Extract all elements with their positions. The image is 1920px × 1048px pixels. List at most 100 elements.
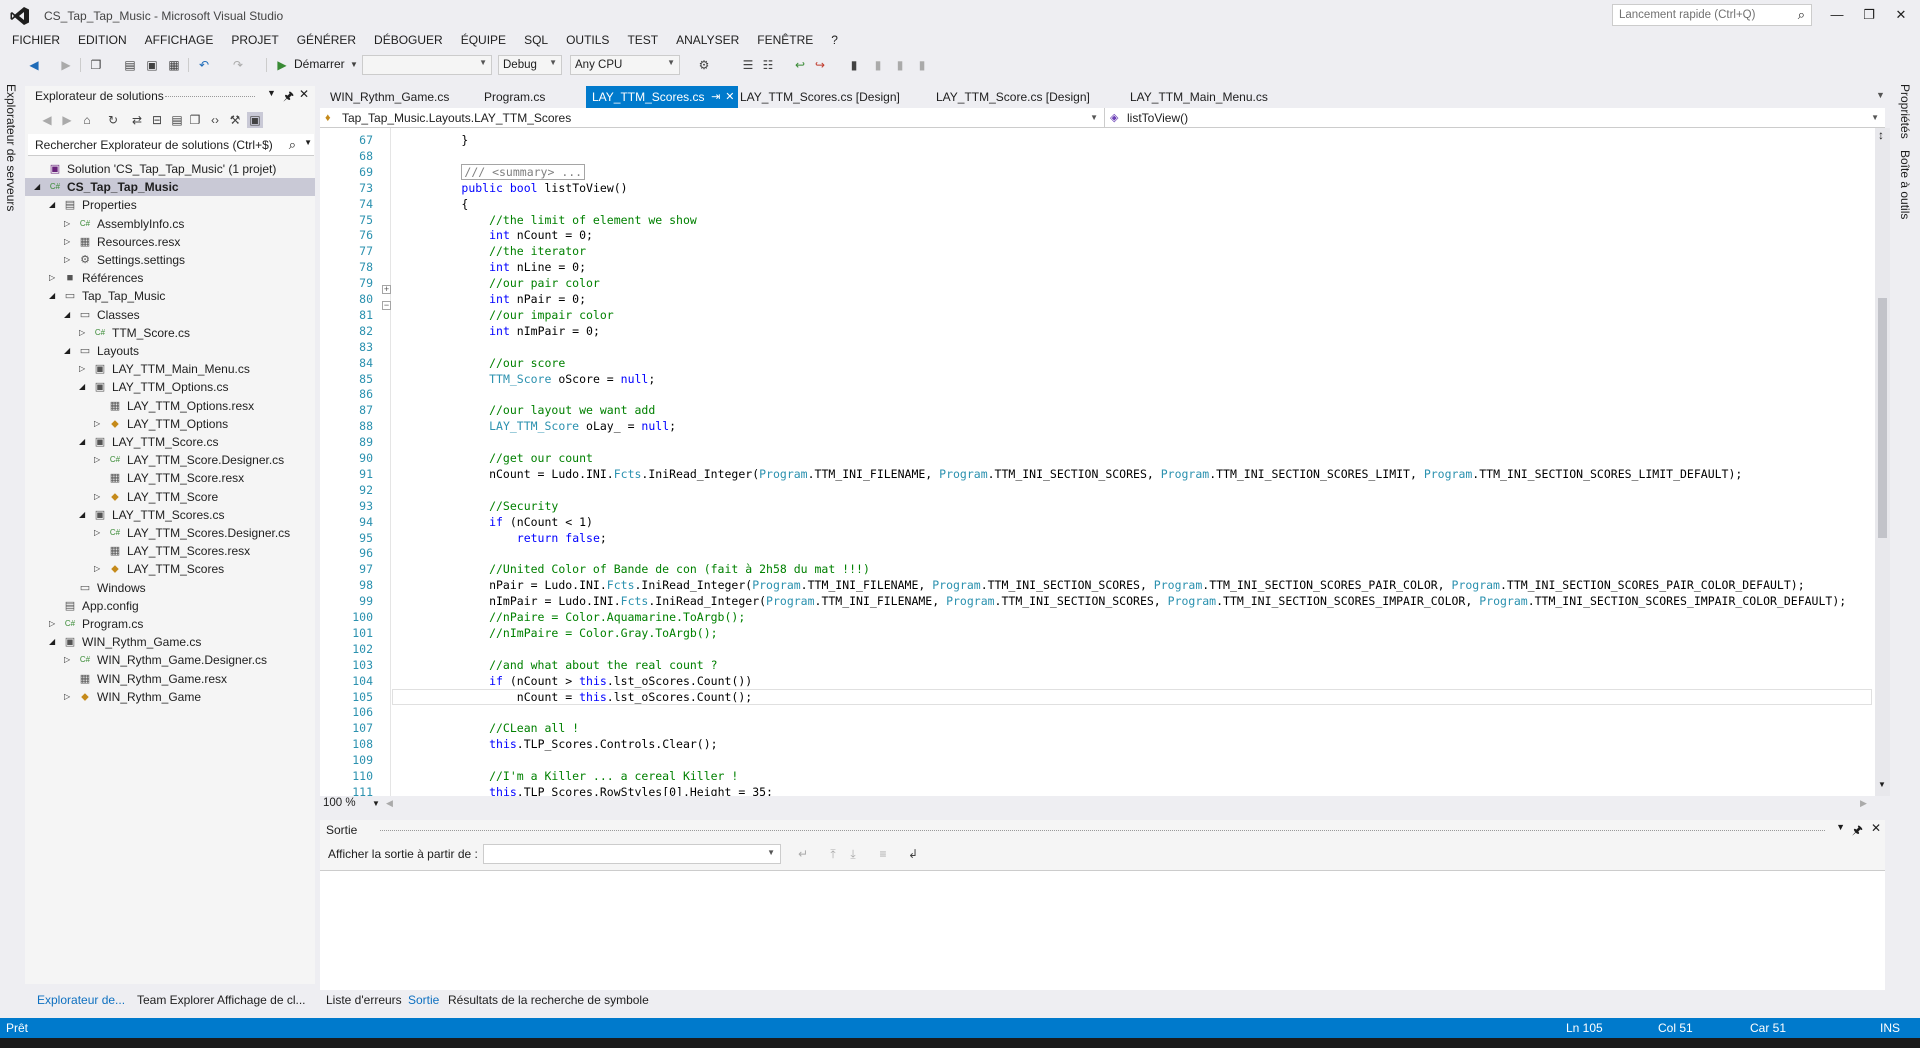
code-editor[interactable]: 67 68 69 73 74 75 76 77 78 79 80 81 82 83 84 85 86 87 88 89… (320, 128, 1875, 796)
go-to-location-icon[interactable]: ↵ (795, 846, 811, 862)
tree-item[interactable]: ▷ ▦ Resources.resx (25, 233, 315, 251)
expanded-arrow-icon[interactable]: ◢ (49, 633, 59, 651)
expanded-arrow-icon[interactable]: ◢ (79, 506, 89, 524)
output-content[interactable] (320, 870, 1885, 990)
chevron-down-icon[interactable]: ▼ (1836, 822, 1845, 832)
tree-item[interactable]: ▤ App.config (25, 597, 315, 615)
word-wrap-icon[interactable]: ↲ (905, 846, 921, 862)
tree-item[interactable]: ▷ C# TTM_Score.cs (25, 324, 315, 342)
menu-item-12[interactable]: ? (822, 31, 847, 49)
chevron-down-icon[interactable]: ▼ (1876, 90, 1885, 100)
tree-item[interactable]: ▷ ⚙ Settings.settings (25, 251, 315, 269)
start-button[interactable]: Démarrer (294, 57, 345, 71)
expanded-arrow-icon[interactable]: ◢ (79, 433, 89, 451)
tree-item[interactable]: ▷ ⬥ LAY_TTM_Options (25, 415, 315, 433)
document-tab[interactable]: LAY_TTM_Main_Menu.cs (1124, 86, 1274, 108)
menu-item-9[interactable]: TEST (618, 31, 667, 49)
collapsed-arrow-icon[interactable]: ▷ (94, 451, 104, 469)
collapsed-arrow-icon[interactable]: ▷ (64, 251, 74, 269)
member-combo[interactable]: ◈ listToView() ▼ (1104, 108, 1885, 128)
split-icon[interactable]: ↕ (1878, 128, 1884, 142)
copy-icon[interactable]: ❐ (187, 112, 203, 128)
panel-tab-0[interactable]: Explorateur de... (37, 990, 125, 1010)
chevron-down-icon[interactable]: ▼ (372, 799, 380, 808)
menu-item-10[interactable]: ANALYSER (667, 31, 748, 49)
bottom-tab-1[interactable]: Sortie (408, 990, 439, 1010)
tree-item[interactable]: ◢ ▣ LAY_TTM_Scores.cs (25, 506, 315, 524)
collapsed-arrow-icon[interactable]: ▷ (79, 360, 89, 378)
tree-item[interactable]: ◢ ▣ LAY_TTM_Options.cs (25, 378, 315, 396)
toolbox-tab[interactable]: Boîte à outils (1898, 150, 1912, 219)
quick-launch-input[interactable]: Lancement rapide (Ctrl+Q) ⌕ (1612, 4, 1812, 26)
maximize-button[interactable]: ❐ (1854, 4, 1884, 26)
bottom-tab-2[interactable]: Résultats de la recherche de symbole (448, 990, 649, 1010)
expanded-arrow-icon[interactable]: ◢ (34, 178, 44, 196)
tree-item[interactable]: ◢ ▭ Tap_Tap_Music (25, 287, 315, 305)
expanded-arrow-icon[interactable]: ◢ (64, 306, 74, 324)
menu-item-6[interactable]: ÉQUIPE (452, 31, 515, 49)
save-all-icon[interactable]: ▦ (166, 57, 182, 73)
back-icon[interactable]: ◀ (39, 112, 55, 128)
tree-item[interactable]: ◢ C# CS_Tap_Tap_Music (25, 178, 315, 197)
home-icon[interactable]: ⌂ (79, 112, 95, 128)
close-icon[interactable]: ✕ (1871, 821, 1881, 835)
menu-item-11[interactable]: FENÊTRE (748, 31, 822, 49)
bottom-tab-0[interactable]: Liste d'erreurs (326, 990, 402, 1010)
menu-item-1[interactable]: EDITION (69, 31, 136, 49)
expanded-arrow-icon[interactable]: ◢ (79, 378, 89, 396)
tree-item[interactable]: ▣ Solution 'CS_Tap_Tap_Music' (1 projet) (25, 160, 315, 178)
step-over-icon[interactable]: ☰ (740, 57, 756, 73)
refresh-icon[interactable]: ⇄ (129, 112, 145, 128)
chevron-down-icon[interactable]: ▼ (1878, 780, 1886, 789)
tree-item[interactable]: ▷ C# LAY_TTM_Scores.Designer.cs (25, 524, 315, 542)
scroll-right-icon[interactable]: ▶ (1860, 798, 1867, 809)
tree-item[interactable]: ▦ LAY_TTM_Score.resx (25, 469, 315, 487)
zoom-level[interactable]: 100 % (323, 797, 356, 809)
bookmark-next-icon[interactable]: ▮ (892, 57, 908, 73)
tree-item[interactable]: ◢ ▭ Classes (25, 306, 315, 324)
chevron-down-icon[interactable]: ▼ (267, 88, 276, 98)
collapsed-arrow-icon[interactable]: ▷ (64, 233, 74, 251)
collapsed-arrow-icon[interactable]: ▷ (64, 215, 74, 233)
outline-collapse-icon[interactable]: − (382, 301, 391, 310)
attach-icon[interactable]: ⚙ (696, 57, 712, 73)
menu-item-3[interactable]: PROJET (222, 31, 287, 49)
collapsed-arrow-icon[interactable]: ▷ (64, 688, 74, 706)
tree-item[interactable]: ▷ ⬥ WIN_Rythm_Game (25, 688, 315, 706)
forward-icon[interactable]: ▶ (58, 57, 74, 73)
tree-item[interactable]: ▦ LAY_TTM_Scores.resx (25, 542, 315, 560)
start-icon[interactable]: ▶ (274, 57, 290, 73)
collapsed-arrow-icon[interactable]: ▷ (64, 651, 74, 669)
collapsed-arrow-icon[interactable]: ▷ (49, 269, 59, 287)
properties-icon[interactable]: ⚒ (227, 112, 243, 128)
tree-item[interactable]: ▷ C# WIN_Rythm_Game.Designer.cs (25, 651, 315, 669)
redo-icon[interactable]: ↷ (230, 57, 246, 73)
configuration-combo[interactable]: Debug ▼ (498, 55, 562, 75)
tree-item[interactable]: ▭ Windows (25, 579, 315, 597)
solution-search-input[interactable]: Rechercher Explorateur de solutions (Ctr… (28, 134, 314, 156)
open-file-icon[interactable]: ▤ (122, 57, 138, 73)
menu-item-5[interactable]: DÉBOGUER (365, 31, 452, 49)
panel-tab-1[interactable]: Team Explorer (137, 990, 214, 1010)
save-icon[interactable]: ▣ (144, 57, 160, 73)
tree-item[interactable]: ▦ LAY_TTM_Options.resx (25, 397, 315, 415)
collapsed-arrow-icon[interactable]: ▷ (49, 615, 59, 633)
scroll-thumb[interactable] (1878, 298, 1887, 538)
collapse-all-icon[interactable]: ⊟ (149, 112, 165, 128)
pin-icon[interactable]: ⇥ (711, 86, 720, 108)
tree-item[interactable]: ▷ ⬥ LAY_TTM_Score (25, 488, 315, 506)
properties-tab[interactable]: Propriétés (1898, 84, 1912, 139)
show-all-files-icon[interactable]: ▤ (169, 112, 185, 128)
document-tab[interactable]: LAY_TTM_Score.cs [Design] (930, 86, 1096, 108)
document-tab[interactable]: LAY_TTM_Scores.cs ⇥ ✕ (586, 86, 739, 108)
collapsed-arrow-icon[interactable]: ▷ (94, 524, 104, 542)
forward-icon[interactable]: ▶ (59, 112, 75, 128)
target-combo[interactable]: ▼ (362, 55, 492, 75)
preview-icon[interactable]: ▣ (247, 112, 263, 128)
document-tab[interactable]: Program.cs (478, 86, 551, 108)
document-tab[interactable]: WIN_Rythm_Game.cs (324, 86, 455, 108)
bookmark-clear-icon[interactable]: ▮ (914, 57, 930, 73)
view-code-icon[interactable]: ‹› (207, 112, 223, 128)
clear-all-icon[interactable]: ≡ (875, 846, 891, 862)
close-button[interactable]: ✕ (1886, 4, 1916, 26)
